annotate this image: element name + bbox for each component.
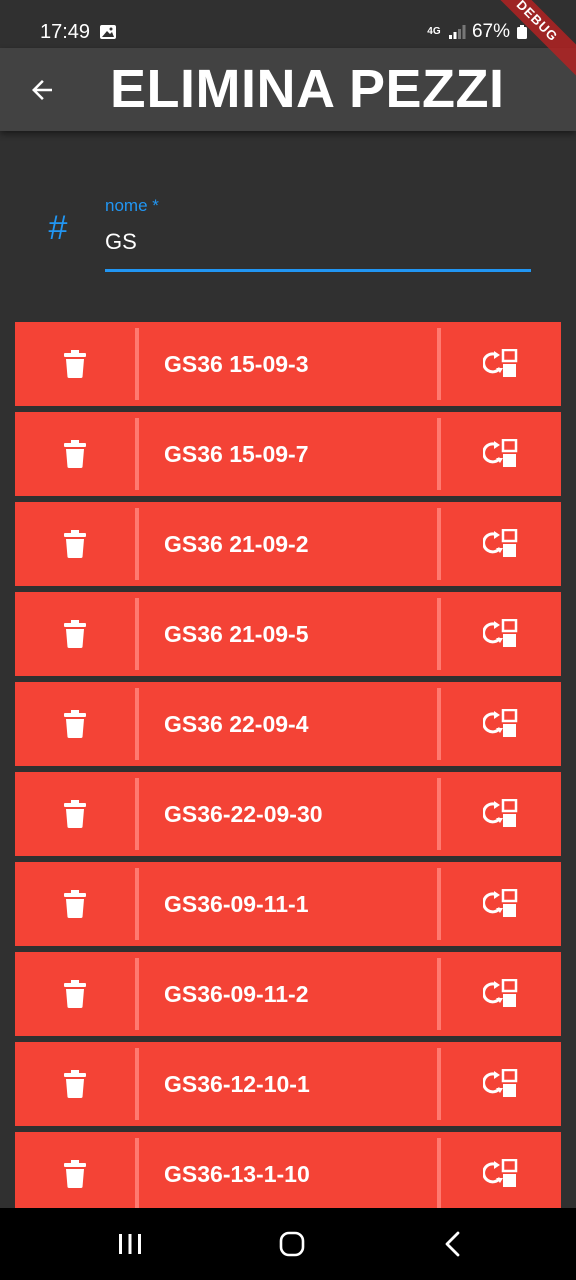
recents-icon[interactable] [116, 1232, 144, 1256]
trash-icon [64, 800, 86, 828]
pieces-list: GS36 15-09-3 GS36 15-09-7 GS36 21-09-2 GS36… [15, 322, 561, 1222]
piece-label: GS36 15-09-7 [164, 440, 309, 467]
swap-button[interactable] [441, 682, 561, 766]
trash-icon [64, 350, 86, 378]
delete-button[interactable] [15, 592, 135, 676]
piece-row[interactable]: GS36-09-11-2 [15, 952, 561, 1036]
delete-button[interactable] [15, 412, 135, 496]
piece-label: GS36 15-09-3 [164, 350, 309, 377]
hash-icon: # [48, 209, 67, 247]
delete-button[interactable] [15, 322, 135, 406]
swap-button[interactable] [441, 502, 561, 586]
swap-layout-icon [483, 349, 518, 377]
piece-row[interactable]: GS36 15-09-7 [15, 412, 561, 496]
arrow-back-icon [32, 80, 52, 100]
delete-button[interactable] [15, 772, 135, 856]
system-nav-bar [0, 1208, 576, 1280]
piece-row[interactable]: GS36-12-10-1 [15, 1042, 561, 1126]
app-bar: ELIMINA PEZZI [0, 48, 576, 131]
piece-row[interactable]: GS36-09-11-1 [15, 862, 561, 946]
battery-percent: 67% [471, 21, 510, 42]
network-4g-icon: 4G [427, 26, 441, 37]
piece-label: GS36-09-11-1 [164, 890, 309, 917]
swap-button[interactable] [441, 412, 561, 496]
piece-row[interactable]: GS36 22-09-4 [15, 682, 561, 766]
battery-icon [517, 25, 527, 39]
back-button[interactable] [20, 68, 64, 112]
name-field-label: nome * [105, 196, 159, 215]
trash-icon [64, 620, 86, 648]
piece-row[interactable]: GS36 21-09-5 [15, 592, 561, 676]
trash-icon [64, 530, 86, 558]
piece-row[interactable]: GS36 15-09-3 [15, 322, 561, 406]
status-right: 4G 67% [426, 20, 528, 44]
piece-row[interactable]: GS36-22-09-30 [15, 772, 561, 856]
status-bar: 17:49 4G 67% [0, 0, 576, 48]
trash-icon [64, 980, 86, 1008]
screen: 17:49 4G 67% ELIMINA PEZZI DEBUG # nome … [0, 0, 576, 1280]
swap-layout-icon [483, 1159, 518, 1187]
piece-label: GS36-09-11-2 [164, 980, 309, 1007]
delete-button[interactable] [15, 502, 135, 586]
gallery-icon [100, 25, 116, 39]
trash-icon [64, 1160, 86, 1188]
piece-row[interactable]: GS36 21-09-2 [15, 502, 561, 586]
swap-button[interactable] [441, 862, 561, 946]
piece-label: GS36 21-09-5 [164, 620, 309, 647]
trash-icon [64, 890, 86, 918]
delete-button[interactable] [15, 862, 135, 946]
delete-button[interactable] [15, 682, 135, 766]
swap-layout-icon [483, 799, 518, 827]
name-search-input[interactable] [105, 222, 531, 272]
status-time: 17:49 [40, 21, 91, 43]
piece-label: GS36-22-09-30 [164, 800, 323, 827]
swap-button[interactable] [441, 1132, 561, 1216]
delete-button[interactable] [15, 1042, 135, 1126]
swap-button[interactable] [441, 772, 561, 856]
swap-button[interactable] [441, 592, 561, 676]
swap-layout-icon [483, 709, 518, 737]
swap-layout-icon [483, 529, 518, 557]
swap-layout-icon [483, 619, 518, 647]
swap-button[interactable] [441, 322, 561, 406]
piece-label: GS36-13-1-10 [164, 1160, 310, 1187]
piece-label: GS36 21-09-2 [164, 530, 309, 557]
piece-row[interactable]: GS36-13-1-10 [15, 1132, 561, 1216]
trash-icon [64, 1070, 86, 1098]
signal-icon [448, 25, 466, 39]
home-icon[interactable] [278, 1230, 306, 1258]
swap-button[interactable] [441, 952, 561, 1036]
swap-layout-icon [483, 979, 518, 1007]
trash-icon [64, 710, 86, 738]
swap-layout-icon [483, 439, 518, 467]
swap-layout-icon [483, 1069, 518, 1097]
trash-icon [64, 440, 86, 468]
back-icon[interactable] [442, 1230, 464, 1258]
swap-button[interactable] [441, 1042, 561, 1126]
swap-layout-icon [483, 889, 518, 917]
delete-button[interactable] [15, 1132, 135, 1216]
page-title: ELIMINA PEZZI [110, 59, 505, 119]
piece-label: GS36-12-10-1 [164, 1070, 310, 1097]
piece-label: GS36 22-09-4 [164, 710, 309, 737]
delete-button[interactable] [15, 952, 135, 1036]
